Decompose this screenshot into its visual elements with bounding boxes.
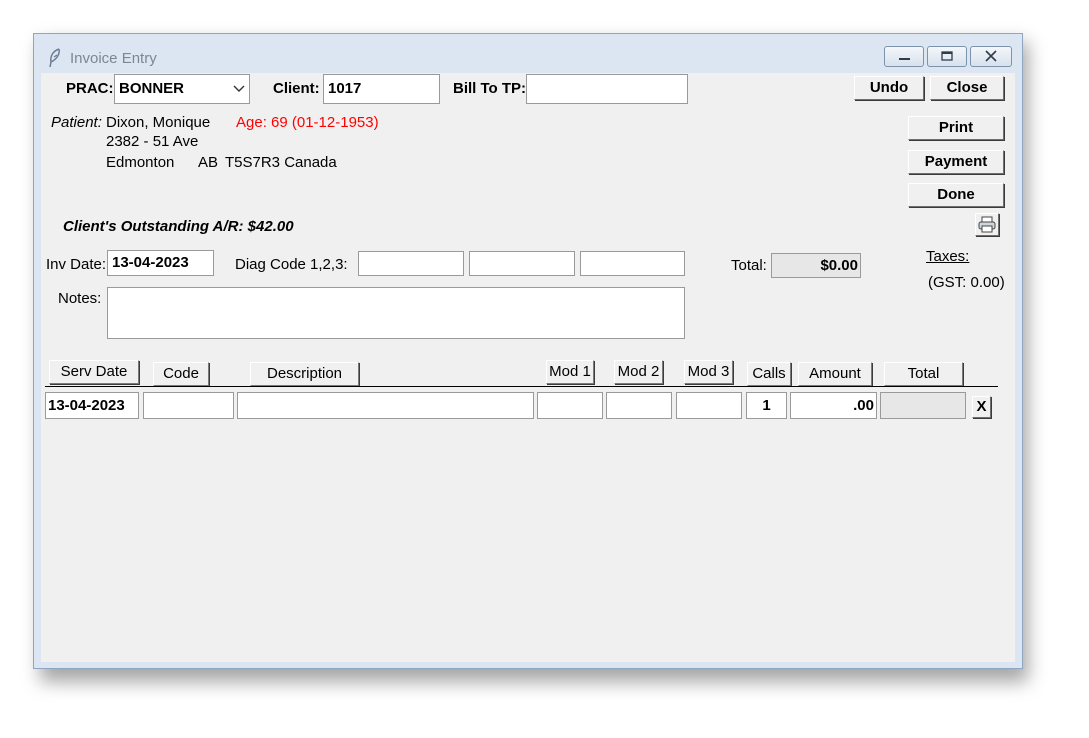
row-mod1[interactable] (537, 392, 603, 419)
row-amount-value: .00 (853, 397, 874, 414)
restore-icon (941, 51, 953, 61)
taxes-link[interactable]: Taxes: (926, 248, 969, 265)
row-code[interactable] (143, 392, 234, 419)
prac-label: PRAC: (66, 80, 114, 97)
patient-name: Dixon, Monique (106, 114, 211, 131)
col-mod3-label: Mod 3 (687, 363, 730, 380)
close-window-button[interactable] (970, 46, 1012, 67)
patient-province: AB (198, 154, 219, 171)
total-display: $0.00 (771, 253, 861, 278)
outstanding-ar: Client's Outstanding A/R: $42.00 (63, 218, 294, 235)
col-description[interactable]: Description (250, 362, 359, 386)
close-button[interactable]: Close (930, 76, 1004, 100)
notes-textarea[interactable] (107, 287, 685, 339)
inv-date-field[interactable]: 13-04-2023 (107, 250, 214, 276)
app-feather-icon (49, 48, 60, 68)
col-total[interactable]: Total (884, 362, 963, 386)
col-mod2[interactable]: Mod 2 (614, 360, 663, 384)
patient-postal-country: T5S7R3 Canada (225, 154, 337, 171)
delete-row-button[interactable]: X (972, 396, 991, 418)
col-code-label: Code (163, 365, 199, 382)
col-mod3[interactable]: Mod 3 (684, 360, 733, 384)
payment-label: Payment (924, 153, 988, 170)
row-serv-date-value: 13-04-2023 (48, 397, 125, 414)
print-button[interactable]: Print (908, 116, 1004, 140)
row-description[interactable] (237, 392, 534, 419)
col-mod1-label: Mod 1 (549, 363, 591, 380)
bill-to-tp-field[interactable] (526, 74, 688, 104)
header-divider (45, 386, 998, 387)
inv-date-value: 13-04-2023 (112, 254, 189, 271)
delete-row-label: X (976, 398, 987, 415)
patient-address: 2382 - 51 Ave (106, 133, 199, 150)
close-icon (985, 50, 997, 62)
inv-date-label: Inv Date: (46, 256, 107, 273)
print-label: Print (938, 119, 974, 136)
patient-label: Patient: (51, 114, 102, 131)
total-label: Total: (731, 257, 767, 274)
col-total-label: Total (907, 365, 940, 382)
col-serv-date[interactable]: Serv Date (49, 360, 139, 384)
col-mod2-label: Mod 2 (617, 363, 660, 380)
minimize-icon (899, 58, 910, 60)
client-value: 1017 (328, 80, 362, 97)
done-button[interactable]: Done (908, 183, 1004, 207)
prac-value: BONNER (119, 80, 185, 97)
minimize-button[interactable] (884, 46, 924, 67)
col-code[interactable]: Code (153, 362, 209, 386)
client-label: Client: (273, 80, 320, 97)
col-amount-label: Amount (809, 365, 861, 382)
col-mod1[interactable]: Mod 1 (546, 360, 594, 384)
row-mod3[interactable] (676, 392, 742, 419)
col-serv-date-label: Serv Date (60, 363, 128, 380)
total-value: $0.00 (820, 257, 858, 274)
close-label: Close (946, 79, 988, 96)
patient-city: Edmonton (106, 154, 175, 171)
col-description-label: Description (266, 365, 343, 382)
col-calls[interactable]: Calls (747, 362, 791, 386)
title-bar[interactable]: Invoice Entry (34, 34, 1022, 74)
done-label: Done (937, 186, 975, 203)
notes-label: Notes: (58, 290, 102, 307)
diag-code-label: Diag Code 1,2,3: (235, 256, 348, 273)
row-calls-value: 1 (762, 397, 771, 414)
row-mod2[interactable] (606, 392, 672, 419)
diag-code-2-field[interactable] (469, 251, 575, 276)
printer-button[interactable] (975, 213, 999, 236)
maximize-button[interactable] (927, 46, 967, 67)
client-field[interactable]: 1017 (323, 74, 440, 104)
col-amount[interactable]: Amount (798, 362, 872, 386)
payment-button[interactable]: Payment (908, 150, 1004, 174)
patient-age: Age: 69 (01-12-1953) (236, 114, 379, 131)
gst-value: (GST: 0.00) (928, 274, 1005, 291)
printer-icon (978, 216, 996, 233)
window-title: Invoice Entry (70, 50, 157, 67)
row-serv-date[interactable]: 13-04-2023 (45, 392, 139, 419)
col-calls-label: Calls (752, 365, 786, 382)
row-calls[interactable]: 1 (746, 392, 787, 419)
diag-code-1-field[interactable] (358, 251, 464, 276)
bill-to-tp-label: Bill To TP: (453, 80, 527, 97)
row-total (880, 392, 966, 419)
row-amount[interactable]: .00 (790, 392, 877, 419)
undo-button[interactable]: Undo (854, 76, 924, 100)
prac-select[interactable]: BONNER (114, 74, 250, 104)
undo-label: Undo (869, 79, 909, 96)
chevron-down-icon (233, 85, 245, 92)
diag-code-3-field[interactable] (580, 251, 685, 276)
